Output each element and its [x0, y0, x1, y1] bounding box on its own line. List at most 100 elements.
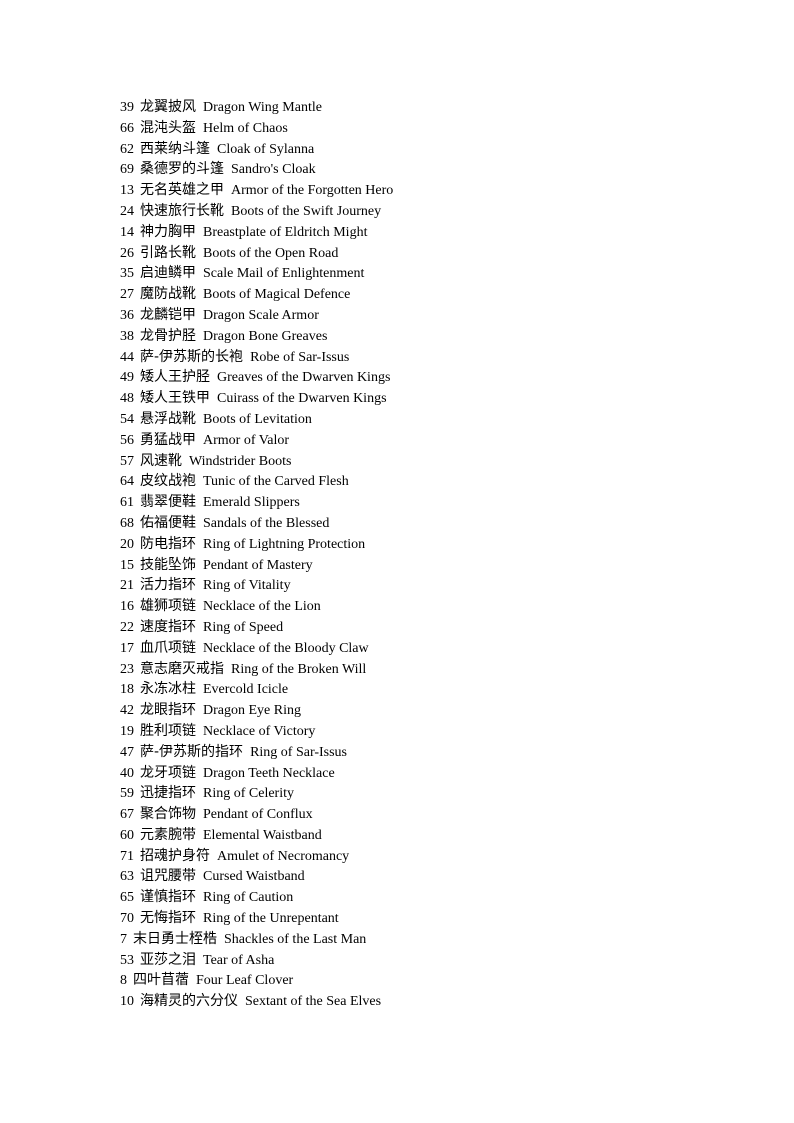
- item-number: 44: [120, 349, 134, 365]
- item-chinese-name: 血爪项链: [140, 639, 196, 656]
- item-number: 14: [120, 224, 134, 240]
- item-english-name: Four Leaf Clover: [196, 973, 294, 989]
- item-english-name: Ring of the Unrepentant: [203, 911, 339, 927]
- artifact-list: 39 龙翼披风 Dragon Wing Mantle 66 混沌头盔 Helm of Ch…: [120, 97, 720, 1012]
- item-english-name: Cursed Waistband: [203, 869, 305, 885]
- item-english-name: Greaves of the Dwarven Kings: [217, 370, 391, 386]
- list-item: 14 神力胸甲 Breastplate of Eldritch Might: [120, 222, 720, 243]
- item-number: 7: [120, 931, 127, 947]
- item-english-name: Boots of the Open Road: [203, 245, 339, 261]
- item-number: 59: [120, 786, 134, 802]
- item-english-name: Necklace of the Lion: [203, 599, 321, 615]
- item-chinese-name: 防电指环: [140, 535, 196, 552]
- item-chinese-name: 矮人王铁甲: [140, 390, 210, 407]
- item-english-name: Sandro's Cloak: [231, 162, 316, 178]
- list-item: 18 永冻冰柱 Evercold Icicle: [120, 679, 720, 700]
- item-english-name: Emerald Slippers: [203, 495, 300, 511]
- list-item: 36 龙麟铠甲 Dragon Scale Armor: [120, 305, 720, 326]
- item-english-name: Cloak of Sylanna: [217, 141, 315, 157]
- item-chinese-name: 雄狮项链: [140, 598, 196, 615]
- item-chinese-name: 萨-伊苏斯的长袍: [140, 348, 244, 365]
- item-number: 68: [120, 515, 134, 531]
- list-item: 39 龙翼披风 Dragon Wing Mantle: [120, 97, 720, 118]
- item-english-name: Ring of Caution: [203, 890, 294, 906]
- item-number: 69: [120, 162, 134, 178]
- item-number: 24: [120, 203, 134, 219]
- item-chinese-name: 活力指环: [140, 577, 196, 594]
- list-item: 27 魔防战靴 Boots of Magical Defence: [120, 284, 720, 305]
- list-item: 48 矮人王铁甲 Cuirass of the Dwarven Kings: [120, 388, 720, 409]
- list-item: 23 意志磨灭戒指 Ring of the Broken Will: [120, 659, 720, 680]
- item-number: 49: [120, 370, 134, 386]
- item-chinese-name: 胜利项链: [140, 722, 196, 739]
- item-number: 20: [120, 536, 134, 552]
- list-item: 64 皮纹战袍 Tunic of the Carved Flesh: [120, 471, 720, 492]
- item-number: 18: [120, 682, 134, 698]
- item-chinese-name: 技能坠饰: [140, 556, 196, 573]
- item-number: 63: [120, 869, 134, 885]
- list-item: 16 雄狮项链 Necklace of the Lion: [120, 596, 720, 617]
- item-english-name: Sandals of the Blessed: [203, 515, 330, 531]
- item-number: 35: [120, 266, 134, 282]
- item-number: 67: [120, 807, 134, 823]
- item-number: 40: [120, 765, 134, 781]
- item-english-name: Breastplate of Eldritch Might: [203, 224, 368, 240]
- item-number: 19: [120, 723, 134, 739]
- item-number: 65: [120, 890, 134, 906]
- item-english-name: Amulet of Necromancy: [217, 848, 350, 864]
- item-english-name: Ring of Vitality: [203, 578, 291, 594]
- item-number: 27: [120, 287, 134, 303]
- list-item: 68 佑福便鞋 Sandals of the Blessed: [120, 513, 720, 534]
- item-chinese-name: 魔防战靴: [140, 286, 196, 303]
- item-number: 17: [120, 640, 134, 656]
- item-number: 70: [120, 911, 134, 927]
- item-english-name: Tunic of the Carved Flesh: [203, 474, 349, 490]
- item-chinese-name: 聚合饰物: [140, 806, 196, 823]
- item-number: 71: [120, 848, 134, 864]
- list-item: 61 翡翠便鞋 Emerald Slippers: [120, 492, 720, 513]
- document-page: 39 龙翼披风 Dragon Wing Mantle 66 混沌头盔 Helm of Ch…: [120, 97, 720, 1012]
- item-number: 16: [120, 599, 134, 615]
- item-number: 62: [120, 141, 134, 157]
- item-number: 23: [120, 661, 134, 677]
- item-english-name: Dragon Wing Mantle: [203, 100, 322, 115]
- item-number: 10: [120, 994, 134, 1010]
- item-chinese-name: 四叶苜蓿: [133, 972, 189, 989]
- list-item: 24 快速旅行长靴 Boots of the Swift Journey: [120, 201, 720, 222]
- list-item: 60 元素腕带 Elemental Waistband: [120, 825, 720, 846]
- item-english-name: Shackles of the Last Man: [224, 931, 367, 947]
- item-chinese-name: 翡翠便鞋: [140, 494, 196, 511]
- item-chinese-name: 混沌头盔: [140, 119, 196, 136]
- item-number: 56: [120, 432, 134, 448]
- item-chinese-name: 佑福便鞋: [140, 514, 196, 531]
- list-item: 57 风速靴 Windstrider Boots: [120, 451, 720, 472]
- list-item: 42 龙眼指环 Dragon Eye Ring: [120, 700, 720, 721]
- item-chinese-name: 神力胸甲: [140, 223, 196, 240]
- list-item: 20 防电指环 Ring of Lightning Protection: [120, 534, 720, 555]
- item-number: 15: [120, 557, 134, 573]
- item-english-name: Necklace of the Bloody Claw: [203, 640, 369, 656]
- list-item: 26 引路长靴 Boots of the Open Road: [120, 243, 720, 264]
- item-english-name: Ring of the Broken Will: [231, 661, 367, 677]
- item-chinese-name: 引路长靴: [140, 244, 196, 261]
- item-chinese-name: 无悔指环: [140, 910, 196, 927]
- item-chinese-name: 勇猛战甲: [140, 431, 196, 448]
- item-chinese-name: 诅咒腰带: [140, 868, 196, 885]
- item-english-name: Windstrider Boots: [189, 453, 292, 469]
- item-chinese-name: 意志磨灭戒指: [140, 660, 224, 677]
- list-item: 15 技能坠饰 Pendant of Mastery: [120, 555, 720, 576]
- item-chinese-name: 启迪鳞甲: [140, 265, 196, 282]
- item-english-name: Dragon Bone Greaves: [203, 328, 328, 344]
- item-chinese-name: 快速旅行长靴: [140, 202, 224, 219]
- item-number: 39: [120, 100, 134, 115]
- list-item: 38 龙骨护胫 Dragon Bone Greaves: [120, 326, 720, 347]
- item-english-name: Robe of Sar-Issus: [250, 349, 350, 365]
- list-item: 19 胜利项链 Necklace of Victory: [120, 721, 720, 742]
- item-number: 57: [120, 453, 134, 469]
- list-item: 22 速度指环 Ring of Speed: [120, 617, 720, 638]
- item-english-name: Necklace of Victory: [203, 723, 316, 739]
- list-item: 65 谨慎指环 Ring of Caution: [120, 887, 720, 908]
- list-item: 70 无悔指环 Ring of the Unrepentant: [120, 908, 720, 929]
- list-item: 49 矮人王护胫 Greaves of the Dwarven Kings: [120, 367, 720, 388]
- item-number: 38: [120, 328, 134, 344]
